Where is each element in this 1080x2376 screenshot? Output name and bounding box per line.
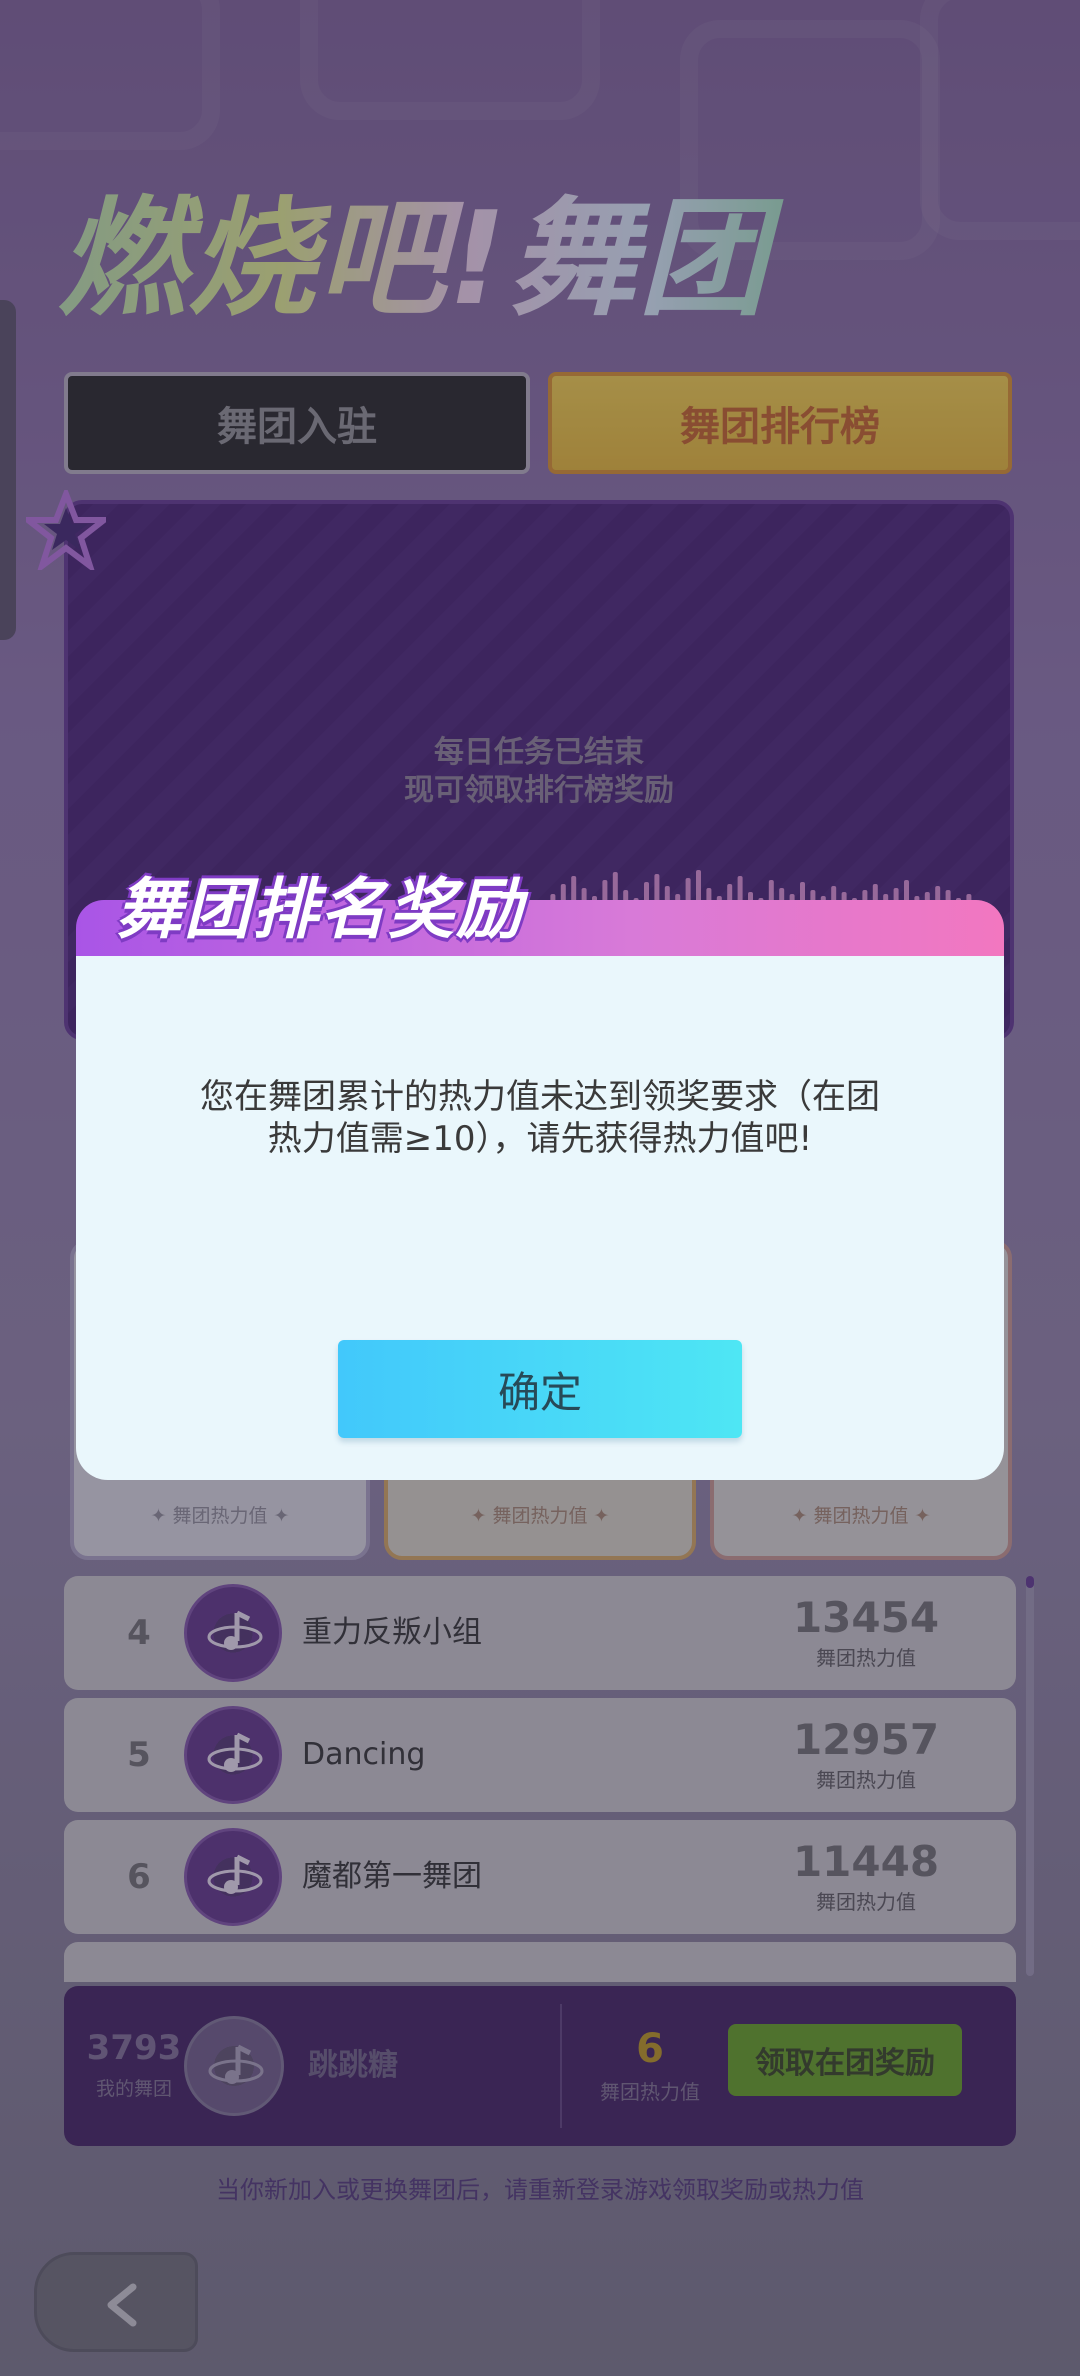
page: 燃烧吧!舞团 舞团入驻 舞团排行榜 每日任务已结束 现可领取排行榜奖励 ✦ 舞团…	[0, 0, 1080, 2376]
modal-message-line: 热力值需≥10），请先获得热力值吧!	[267, 1119, 813, 1159]
modal-message-line: 您在舞团累计的热力值未达到领奖要求（在团	[200, 1077, 880, 1117]
modal-message: 您在舞团累计的热力值未达到领奖要求（在团 热力值需≥10），请先获得热力值吧!	[136, 1076, 944, 1160]
confirm-button[interactable]: 确定	[338, 1340, 742, 1438]
modal-title: 舞团排名奖励	[116, 871, 524, 948]
modal-body: 您在舞团累计的热力值未达到领奖要求（在团 热力值需≥10），请先获得热力值吧! …	[76, 956, 1004, 1480]
reward-modal: 舞团排名奖励 您在舞团累计的热力值未达到领奖要求（在团 热力值需≥10），请先获…	[76, 871, 1004, 1480]
